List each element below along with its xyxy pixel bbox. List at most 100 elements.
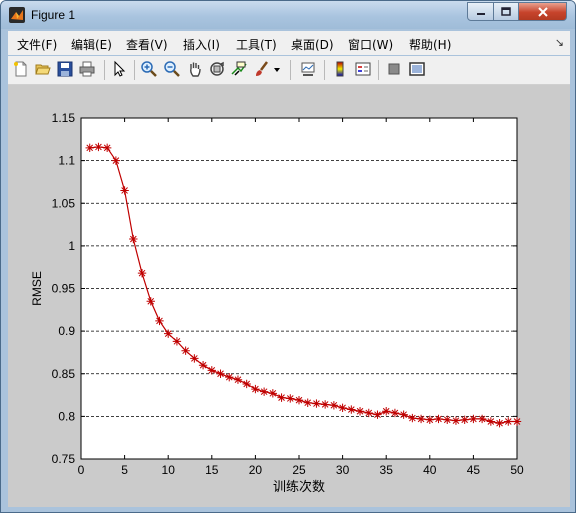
x-tick-label: 40 — [423, 463, 437, 477]
menu-tools[interactable]: 工具(T) — [236, 36, 277, 53]
data-point — [286, 394, 295, 403]
data-point — [181, 346, 190, 355]
data-point — [355, 407, 365, 416]
data-point — [137, 268, 147, 278]
matlab-icon — [9, 7, 25, 23]
data-point — [312, 399, 321, 408]
y-tick-label: 1.05 — [52, 196, 76, 210]
pan-hand-icon[interactable] — [186, 60, 204, 78]
y-tick-label: 0.95 — [52, 282, 76, 296]
maximize-button[interactable] — [493, 2, 519, 21]
x-tick-label: 5 — [121, 463, 128, 477]
save-icon[interactable] — [56, 60, 74, 78]
data-point — [190, 354, 199, 363]
toolbar-separator — [134, 60, 135, 80]
data-point — [416, 414, 426, 424]
pointer-icon[interactable] — [110, 60, 128, 78]
data-point — [338, 403, 347, 413]
menu-view[interactable]: 查看(V) — [126, 36, 168, 53]
data-point — [225, 372, 234, 382]
data-point — [233, 375, 243, 384]
data-point — [120, 186, 129, 195]
data-point — [504, 417, 513, 426]
window-title: Figure 1 — [31, 8, 76, 22]
menu-window[interactable]: 窗口(W) — [348, 36, 393, 53]
toolbar-separator — [324, 60, 325, 80]
y-tick-label: 0.9 — [58, 324, 75, 338]
rotate-3d-icon[interactable] — [208, 60, 226, 78]
data-point — [242, 379, 251, 389]
x-tick-label: 15 — [205, 463, 219, 477]
y-tick-label: 1.15 — [52, 111, 76, 125]
minimize-icon — [476, 12, 485, 15]
menu-desktop[interactable]: 桌面(D) — [291, 36, 334, 53]
data-point — [451, 416, 461, 425]
data-point — [477, 414, 487, 424]
data-point — [102, 143, 112, 153]
legend-icon[interactable] — [354, 60, 372, 78]
data-point — [512, 417, 522, 426]
colorbar-icon[interactable] — [331, 60, 349, 78]
x-tick-label: 50 — [510, 463, 524, 477]
menu-help[interactable]: 帮助(H) — [409, 36, 451, 53]
toolbar-separator — [290, 60, 291, 80]
data-point — [207, 366, 216, 375]
data-point — [111, 156, 121, 165]
toolbar — [8, 56, 570, 85]
new-file-icon[interactable] — [12, 60, 30, 78]
data-point — [399, 410, 408, 419]
data-point — [486, 417, 496, 426]
zoom-out-icon[interactable] — [163, 60, 181, 78]
print-icon[interactable] — [78, 60, 96, 78]
data-point — [216, 369, 225, 378]
data-point — [347, 405, 356, 414]
data-point — [373, 410, 382, 419]
y-tick-label: 0.8 — [58, 409, 75, 423]
y-tick-label: 1.1 — [58, 154, 75, 168]
data-point — [198, 361, 208, 370]
x-tick-label: 45 — [467, 463, 481, 477]
menu-edit[interactable]: 编辑(E) — [71, 36, 112, 53]
hide-plot-tools-icon[interactable] — [385, 60, 403, 78]
zoom-in-icon[interactable] — [140, 60, 158, 78]
data-point — [434, 414, 443, 424]
title-bar[interactable]: Figure 1 — [1, 1, 575, 29]
show-plot-tools-icon[interactable] — [408, 60, 426, 78]
data-point — [408, 413, 417, 423]
close-icon — [537, 6, 548, 17]
data-point — [303, 398, 312, 407]
open-folder-icon[interactable] — [34, 60, 52, 78]
dock-arrow-icon[interactable]: ↘ — [555, 36, 564, 49]
figure-window: Figure 1 文件(F) 编辑(E) 查看(V) 插入(I) 工具(T) 桌… — [0, 0, 576, 513]
data-point — [251, 384, 260, 394]
plot-area[interactable]: 0.75 0.8 0.85 0.9 0.95 1 1.05 1.1 1.15 0 5 10 15 20 25… — [8, 85, 570, 507]
x-tick-label: 0 — [78, 463, 85, 477]
brush-dropdown-icon[interactable] — [272, 60, 282, 78]
data-point — [155, 316, 164, 326]
menu-file[interactable]: 文件(F) — [17, 36, 57, 53]
data-point — [329, 401, 339, 410]
minimize-button[interactable] — [467, 2, 494, 21]
y-tick-label: 1 — [68, 239, 75, 253]
x-tick-label: 20 — [249, 463, 263, 477]
x-tick-label: 10 — [162, 463, 176, 477]
x-tick-label: 30 — [336, 463, 350, 477]
brush-icon[interactable] — [253, 60, 271, 78]
data-point — [443, 415, 452, 424]
x-tick-label: 25 — [292, 463, 306, 477]
y-axis-label: RMSE — [30, 271, 44, 306]
data-point — [146, 297, 155, 306]
close-button[interactable] — [518, 2, 567, 21]
data-point — [460, 415, 469, 424]
data-point — [364, 408, 373, 418]
data-point — [164, 329, 173, 338]
data-point — [85, 143, 94, 153]
y-tick-label: 0.85 — [52, 367, 76, 381]
window-border — [1, 507, 575, 512]
menu-insert[interactable]: 插入(I) — [183, 36, 220, 53]
data-point — [268, 389, 278, 398]
link-plot-icon[interactable] — [299, 60, 317, 78]
data-point — [382, 407, 391, 416]
data-point — [129, 234, 138, 244]
data-cursor-icon[interactable] — [230, 60, 248, 78]
